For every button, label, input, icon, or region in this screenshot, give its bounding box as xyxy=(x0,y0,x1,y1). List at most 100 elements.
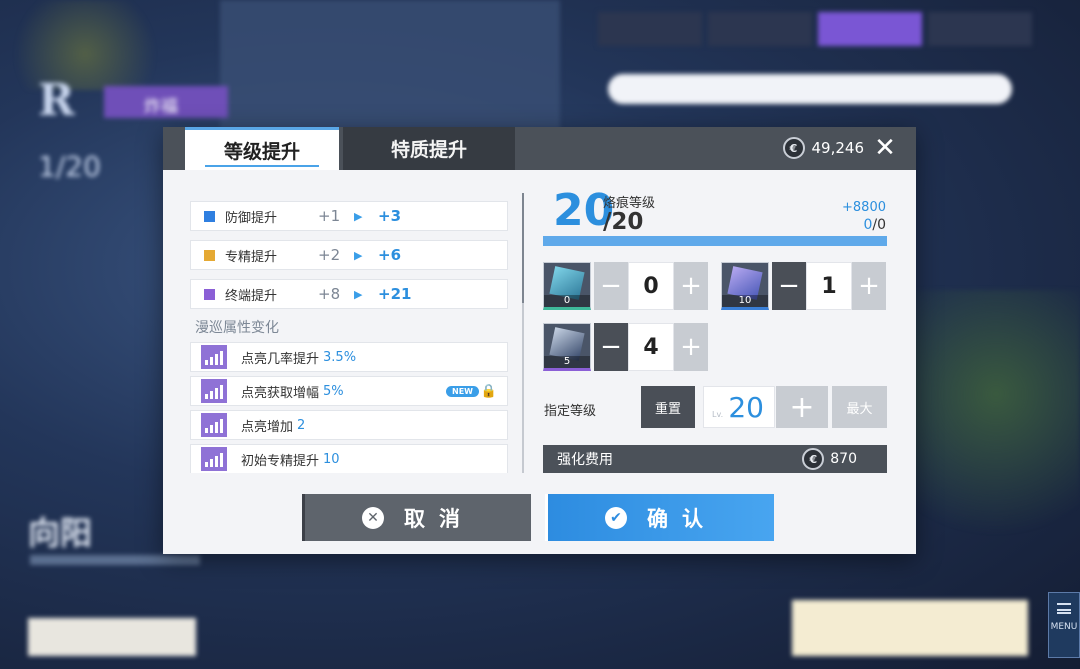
menu-label: MENU xyxy=(1050,622,1078,632)
roam-row: 点亮几率提升 3.5% xyxy=(190,342,508,372)
exp-gain: +8800 xyxy=(842,200,886,215)
stat-row: 终端提升 +8 ▶ +21 xyxy=(190,279,508,309)
coin-icon: € xyxy=(802,448,825,470)
level-input[interactable]: Lv. 20 xyxy=(703,386,775,428)
tab-trait-up[interactable]: 特质提升 xyxy=(343,127,515,170)
close-icon[interactable]: ✕ xyxy=(872,135,898,161)
upgrade-dialog: 等级提升 特质提升 € 49,246 ✕ 防御提升 +1 ▶ +3 专精提升 +… xyxy=(163,127,916,554)
stat-name: 终端提升 xyxy=(225,288,278,304)
material-image[interactable]: 5 xyxy=(543,323,591,371)
bar-chart-icon xyxy=(201,379,227,403)
plus-button[interactable]: + xyxy=(852,262,886,310)
roam-row: 初始专精提升 10 xyxy=(190,444,508,473)
minus-button[interactable]: − xyxy=(594,323,628,371)
arrow-right-icon: ▶ xyxy=(354,209,363,223)
roam-name: 初始专精提升 xyxy=(241,453,320,469)
tab-level-up[interactable]: 等级提升 xyxy=(185,127,339,170)
mastery-square-icon xyxy=(204,249,215,261)
level-plus-button[interactable]: + xyxy=(776,386,828,428)
stat-name: 防御提升 xyxy=(225,210,278,226)
roam-value: 10 xyxy=(323,451,340,467)
material-slot: 5 − 4 + xyxy=(543,323,708,371)
arrow-right-icon: ▶ xyxy=(354,248,363,262)
dialog-header: 等级提升 特质提升 € 49,246 ✕ xyxy=(163,127,916,170)
background-tab xyxy=(928,12,1032,46)
material-slot: 0 − 0 + xyxy=(543,262,708,310)
stat-from: +8 xyxy=(318,285,341,303)
rarity-letter: R xyxy=(38,75,75,126)
exp-total: /0 xyxy=(872,217,886,233)
lock-icon: 🔒 xyxy=(480,384,497,399)
background-left-button xyxy=(28,618,196,656)
scrollbar[interactable] xyxy=(522,193,524,473)
minus-button[interactable]: − xyxy=(772,262,806,310)
bar-chart-icon xyxy=(201,413,227,437)
character-name: 向阳 xyxy=(28,514,93,552)
bar-chart-icon xyxy=(201,345,227,369)
background-building xyxy=(220,0,560,130)
cost-value: 870 xyxy=(830,451,857,467)
terminal-square-icon xyxy=(204,288,215,300)
material-image[interactable]: 10 xyxy=(721,262,769,310)
menu-icon xyxy=(1057,603,1071,614)
bar-chart-icon xyxy=(201,447,227,471)
roam-name: 点亮获取增幅 xyxy=(241,385,320,401)
material-slot: 10 − 1 + xyxy=(721,262,886,310)
stat-from: +2 xyxy=(318,246,341,264)
background-subtitle xyxy=(30,555,200,565)
stat-row: 防御提升 +1 ▶ +3 xyxy=(190,201,508,231)
background-count: 1/20 xyxy=(38,150,101,183)
roam-section-title: 漫巡属性变化 xyxy=(195,320,279,336)
roam-row: 点亮增加 2 xyxy=(190,410,508,440)
roam-value: 2 xyxy=(297,417,306,433)
material-count: 0 xyxy=(544,295,590,307)
currency-display: € 49,246 xyxy=(782,137,864,159)
minus-button[interactable]: − xyxy=(594,262,628,310)
stat-to: +6 xyxy=(378,246,402,264)
background-tab xyxy=(708,12,812,46)
material-qty: 0 xyxy=(628,262,674,310)
cancel-label: 取消 xyxy=(404,506,474,531)
coin-icon: € xyxy=(782,137,805,159)
stat-from: +1 xyxy=(318,207,341,225)
background-tag: 炸福 xyxy=(104,86,228,118)
exp-progress-bar xyxy=(543,236,887,246)
confirm-button[interactable]: ✔ 确认 xyxy=(545,494,774,541)
material-qty: 1 xyxy=(806,262,852,310)
material-qty: 4 xyxy=(628,323,674,371)
max-button[interactable]: 最大 xyxy=(832,386,887,428)
level-value: 20 xyxy=(728,391,764,424)
cost-label: 强化费用 xyxy=(557,452,613,468)
stat-to: +21 xyxy=(378,285,412,303)
scrollbar-thumb[interactable] xyxy=(522,193,524,303)
stat-row: 专精提升 +2 ▶ +6 xyxy=(190,240,508,270)
stat-name: 专精提升 xyxy=(225,249,278,265)
confirm-label: 确认 xyxy=(647,506,717,531)
roam-name: 点亮增加 xyxy=(241,419,294,435)
plus-button[interactable]: + xyxy=(674,323,708,371)
background-tab xyxy=(598,12,702,46)
material-count: 10 xyxy=(722,295,768,307)
exp-progress: 0/0 xyxy=(863,217,886,233)
set-level-label: 指定等级 xyxy=(544,404,597,419)
defense-square-icon xyxy=(204,210,215,222)
lv-tag: Lv. xyxy=(712,410,724,419)
roam-name: 点亮几率提升 xyxy=(241,351,320,367)
background-tabs xyxy=(598,12,1032,46)
roam-row: 点亮获取增幅 5% NEW 🔒 xyxy=(190,376,508,406)
reset-button[interactable]: 重置 xyxy=(641,386,695,428)
background-info-bar xyxy=(608,74,1012,104)
stat-change-list[interactable]: 防御提升 +1 ▶ +3 专精提升 +2 ▶ +6 终端提升 +8 ▶ +21 … xyxy=(185,183,515,473)
max-level: /20 xyxy=(603,209,644,235)
material-count: 5 xyxy=(544,356,590,368)
cancel-x-icon: ✕ xyxy=(362,506,384,529)
roam-value: 5% xyxy=(323,383,344,399)
plus-button[interactable]: + xyxy=(674,262,708,310)
background-tab-active xyxy=(818,12,922,46)
cancel-button[interactable]: ✕ 取消 xyxy=(302,494,531,541)
menu-button[interactable]: MENU xyxy=(1048,592,1080,658)
checkmark-icon: ✔ xyxy=(605,506,627,529)
material-image[interactable]: 0 xyxy=(543,262,591,310)
roam-value: 3.5% xyxy=(323,349,357,365)
cost-bar: 强化费用 € 870 xyxy=(543,445,887,473)
